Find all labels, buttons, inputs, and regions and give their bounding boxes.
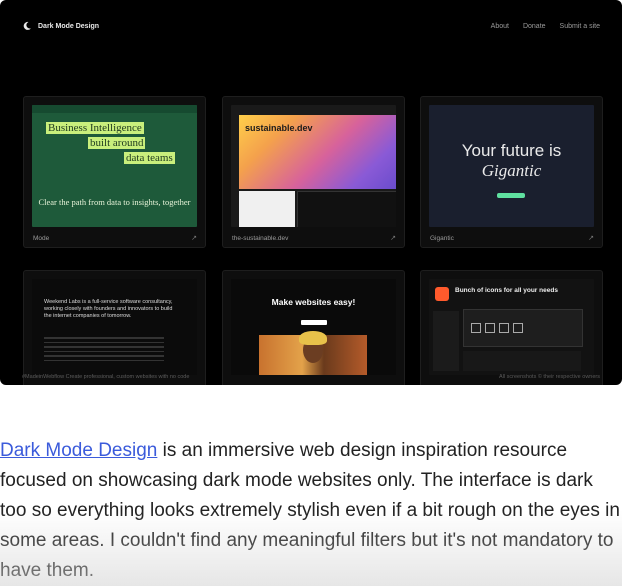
thumb-headline-2: built around bbox=[88, 137, 146, 149]
footer-left-text: #MadeinWebflow Create professional, cust… bbox=[22, 374, 190, 380]
top-nav: About Donate Submit a site bbox=[491, 23, 600, 30]
icon-sample bbox=[471, 323, 481, 333]
external-link-icon[interactable]: ↗ bbox=[390, 234, 396, 242]
card-title: the-sustainable.dev bbox=[232, 235, 289, 242]
thumb-cta bbox=[497, 193, 525, 198]
thumb-photo-headwrap bbox=[299, 331, 327, 345]
icon-sample bbox=[513, 323, 523, 333]
thumb-headline-1: Business Intelligence bbox=[46, 122, 144, 134]
thumb-title: Bunch of icons for all your needs bbox=[455, 287, 558, 294]
thumb-nav bbox=[32, 105, 197, 113]
thumb-title: Make websites easy! bbox=[271, 297, 356, 307]
thumb-headline-1: Your future is bbox=[461, 141, 562, 160]
card-title: Mode bbox=[33, 235, 50, 242]
thumb-headline-3: data teams bbox=[124, 152, 175, 164]
nav-about[interactable]: About bbox=[491, 23, 509, 30]
thumb-hero: sustainable.dev bbox=[239, 115, 396, 189]
thumb-panel bbox=[463, 309, 583, 347]
screenshot-footer: #MadeinWebflow Create professional, cust… bbox=[22, 374, 600, 380]
thumb-text: Weekend Labs is a full-service software … bbox=[44, 299, 173, 319]
thumb-title: sustainable.dev bbox=[245, 123, 313, 133]
card-thumbnail: Weekend Labs is a full-service software … bbox=[32, 279, 197, 375]
site-card[interactable]: Bunch of icons for all your needs bbox=[420, 270, 603, 385]
nav-submit[interactable]: Submit a site bbox=[560, 23, 600, 30]
top-bar: Dark Mode Design About Donate Submit a s… bbox=[22, 16, 600, 36]
app-icon bbox=[435, 287, 449, 301]
card-thumbnail: sustainable.dev bbox=[231, 105, 396, 227]
article-text: is an immersive web design inspiration r… bbox=[0, 440, 620, 581]
card-title: Gigantic bbox=[430, 235, 454, 242]
site-card[interactable]: Weekend Labs is a full-service software … bbox=[23, 270, 206, 385]
site-card[interactable]: Business Intelligence built around data … bbox=[23, 96, 206, 248]
screenshot-frame: Dark Mode Design About Donate Submit a s… bbox=[0, 0, 622, 385]
footer-right-text: All screenshots © their respective owner… bbox=[499, 374, 600, 380]
thumb-cta bbox=[301, 320, 327, 325]
external-link-icon[interactable]: ↗ bbox=[588, 234, 594, 242]
thumb-headline-2: Gigantic bbox=[481, 161, 542, 180]
moon-icon bbox=[23, 21, 31, 30]
card-thumbnail: Your future is Gigantic bbox=[429, 105, 594, 227]
article-link[interactable]: Dark Mode Design bbox=[0, 440, 157, 461]
site-card[interactable]: Your future is Gigantic Gigantic ↗ bbox=[420, 96, 603, 248]
icon-sample bbox=[499, 323, 509, 333]
thumb-sidebar bbox=[433, 311, 459, 371]
site-card[interactable]: Make websites easy! bbox=[222, 270, 405, 385]
external-link-icon[interactable]: ↗ bbox=[191, 234, 197, 242]
site-card[interactable]: sustainable.dev the-sustainable.dev ↗ bbox=[222, 96, 405, 248]
thumb-bar bbox=[463, 351, 581, 371]
logo-text: Dark Mode Design bbox=[38, 22, 100, 30]
card-thumbnail: Business Intelligence built around data … bbox=[32, 105, 197, 227]
card-thumbnail: Make websites easy! bbox=[231, 279, 396, 375]
icon-sample bbox=[485, 323, 495, 333]
thumb-headline: Your future is Gigantic bbox=[429, 141, 594, 181]
nav-donate[interactable]: Donate bbox=[523, 23, 546, 30]
thumb-panel bbox=[297, 191, 396, 227]
thumb-lines bbox=[44, 337, 164, 364]
thumb-subtitle: Clear the path from data to insights, to… bbox=[38, 197, 191, 207]
card-thumbnail: Bunch of icons for all your needs bbox=[429, 279, 594, 375]
thumb-panel bbox=[239, 191, 295, 227]
site-logo[interactable]: Dark Mode Design bbox=[22, 21, 99, 31]
article-paragraph: Dark Mode Design is an immersive web des… bbox=[0, 436, 622, 586]
